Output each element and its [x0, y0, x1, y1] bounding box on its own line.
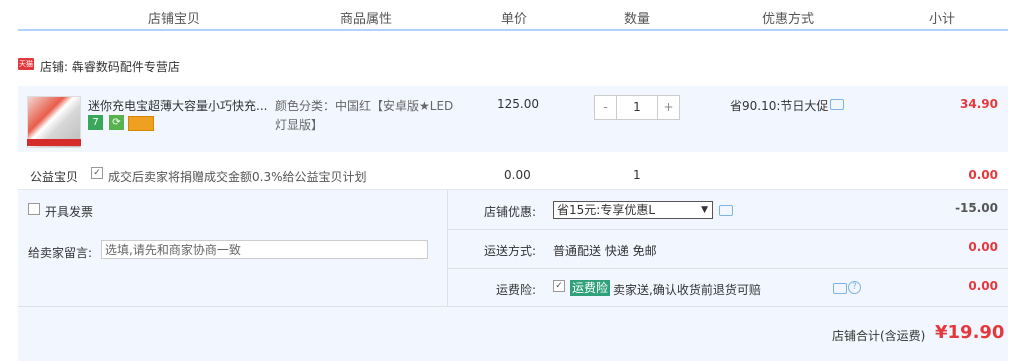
qty-minus-button[interactable]: - — [595, 96, 616, 119]
col-header-discount: 优惠方式 — [762, 12, 815, 27]
discount-text: 省90.10:节日大促 — [730, 99, 829, 113]
shop-discount-value: -15.00 — [955, 201, 998, 215]
option-divider — [447, 268, 1008, 269]
charity-label: 公益宝贝 — [30, 170, 79, 184]
product-title-link[interactable]: 迷你充电宝超薄大容量小巧快充... — [88, 97, 267, 114]
thumbnail-banner — [27, 139, 81, 146]
col-header-qty: 数量 — [624, 12, 651, 27]
item-row — [18, 86, 1008, 152]
insurance-checkbox: ✓ — [553, 280, 565, 292]
product-attribute: 颜色分类：中国红【安卓版★LED灯显版】 — [275, 99, 454, 132]
tmall-icon: 天猫 — [18, 58, 34, 70]
col-header-item: 店铺宝贝 — [148, 12, 201, 27]
col-header-subtotal: 小计 — [929, 12, 956, 27]
item-subtotal: 34.90 — [960, 97, 998, 111]
chevron-down-icon: ▼ — [701, 205, 708, 215]
header-divider — [18, 29, 1008, 31]
qty-input[interactable]: 1 — [616, 96, 658, 119]
shipping-label: 运送方式: — [484, 244, 537, 258]
option-divider — [447, 229, 1008, 230]
qty-plus-button[interactable]: + — [658, 96, 679, 119]
credit-card-icon[interactable] — [128, 116, 154, 131]
unit-price: 125.00 — [497, 97, 539, 111]
shipping-amount: 0.00 — [968, 240, 998, 254]
seven-day-return-icon[interactable]: 7 — [88, 115, 103, 130]
quantity-stepper[interactable]: - 1 + — [594, 95, 680, 120]
col-header-price: 单价 — [501, 12, 528, 27]
message-input[interactable]: 选填,请先和商家协商一致 — [101, 240, 428, 259]
insurance-label: 运费险: — [496, 283, 537, 297]
invoice-checkbox[interactable] — [28, 203, 40, 215]
service-icon[interactable]: ⟳ — [109, 115, 124, 130]
shop-discount-label: 店铺优惠: — [484, 205, 537, 219]
charity-price: 0.00 — [504, 168, 531, 182]
chat-icon[interactable] — [833, 283, 847, 294]
charity-text: 成交后卖家将捐赠成交金额0.3%给公益宝贝计划 — [108, 170, 367, 184]
shop-discount-select[interactable]: 省15元:专享优惠L ▼ — [553, 201, 713, 219]
message-label: 给卖家留言: — [28, 246, 93, 260]
shop-total-value: ¥19.90 — [935, 322, 1005, 343]
shipping-method: 普通配送 快递 免邮 — [553, 244, 657, 258]
insurance-tag: 运费险 — [570, 280, 611, 296]
shop-name-link[interactable]: 店铺: 犇睿数码配件专营店 — [40, 58, 180, 75]
help-icon[interactable]: ? — [848, 281, 861, 294]
panel-divider — [447, 190, 448, 306]
chat-icon[interactable] — [719, 205, 733, 216]
total-divider — [18, 306, 1008, 307]
charity-checkbox: ✓ — [91, 167, 103, 179]
invoice-label: 开具发票 — [45, 205, 94, 219]
shop-discount-selected: 省15元:专享优惠L — [557, 203, 655, 217]
chat-icon[interactable] — [830, 99, 844, 110]
insurance-text: 卖家送,确认收货前退货可赔 — [613, 283, 761, 297]
shop-total-label: 店铺合计(含运费) — [832, 329, 926, 343]
charity-subtotal: 0.00 — [968, 168, 998, 182]
charity-qty: 1 — [633, 168, 641, 182]
col-header-attr: 商品属性 — [340, 12, 393, 27]
insurance-amount: 0.00 — [968, 279, 998, 293]
